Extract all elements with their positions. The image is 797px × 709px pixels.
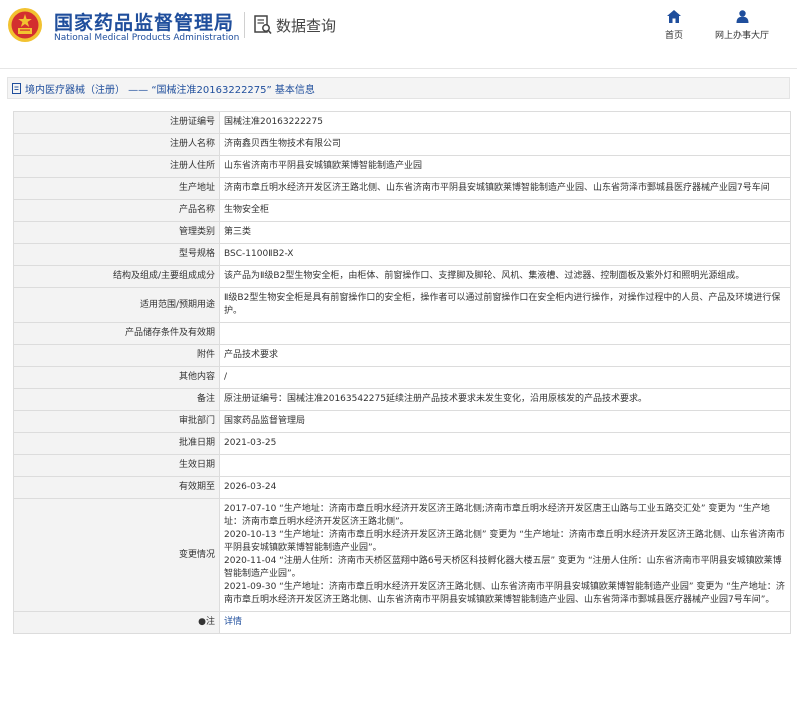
site-header: 国家药品监督管理局 National Medical Products Admi… — [0, 0, 797, 69]
home-icon — [667, 10, 681, 23]
data-query-label: 数据查询 — [276, 16, 337, 35]
field-label: 批准日期 — [13, 432, 220, 455]
table-row: 有效期至 2026-03-24 — [13, 476, 791, 499]
field-label: 注册证编号 — [13, 111, 220, 134]
field-value: 济南鑫贝西生物技术有限公司 — [219, 133, 791, 156]
field-label: 注册人名称 — [13, 133, 220, 156]
national-emblem-icon — [8, 8, 42, 42]
table-row: 产品名称 生物安全柜 — [13, 199, 791, 222]
field-label: 变更情况 — [13, 498, 220, 612]
field-value: 济南市章丘明水经济开发区济王路北侧、山东省济南市平阴县安城镇欧莱博智能制造产业园… — [219, 177, 791, 200]
header-divider — [244, 12, 245, 38]
field-label: 产品名称 — [13, 199, 220, 222]
registration-info-table: 注册证编号 国械注准20163222275 注册人名称 济南鑫贝西生物技术有限公司 … — [13, 111, 791, 634]
nav-home-label: 首页 — [665, 31, 684, 41]
document-icon — [12, 82, 21, 94]
field-label: 附件 — [13, 344, 220, 367]
field-value: 该产品为Ⅱ级B2型生物安全柜，由柜体、前窗操作口、支撑脚及脚轮、风机、集液槽、过… — [219, 265, 791, 288]
field-value: 国械注准20163222275 — [219, 111, 791, 134]
table-row: 注册证编号 国械注准20163222275 — [13, 111, 791, 134]
field-label: 审批部门 — [13, 410, 220, 433]
change-history: 2017-07-10 “生产地址：济南市章丘明水经济开发区济王路北侧;济南市章丘… — [219, 498, 791, 612]
table-row: 其他内容 / — [13, 366, 791, 389]
details-link[interactable]: 详情 — [224, 617, 242, 627]
change-entry: 2020-11-04 “注册人住所：济南市天桥区蓝翔中路6号天桥区科技孵化器大楼… — [224, 556, 782, 579]
org-name-cn: 国家药品监督管理局 — [54, 12, 235, 34]
table-row: 结构及组成/主要组成成分 该产品为Ⅱ级B2型生物安全柜，由柜体、前窗操作口、支撑脚… — [13, 265, 791, 288]
table-row-note: ●注 详情 — [13, 611, 791, 634]
field-value: 第三类 — [219, 221, 791, 244]
field-value: 2026-03-24 — [219, 476, 791, 499]
change-entry: 2017-07-10 “生产地址：济南市章丘明水经济开发区济王路北侧;济南市章丘… — [224, 504, 770, 527]
field-label: 有效期至 — [13, 476, 220, 499]
table-row: 审批部门 国家药品监督管理局 — [13, 410, 791, 433]
field-label: 管理类别 — [13, 221, 220, 244]
field-value — [219, 454, 791, 477]
breadcrumb-text: 境内医疗器械（注册） —— “国械注准20163222275” 基本信息 — [25, 84, 315, 96]
field-value: 原注册证编号：国械注准20163542275延续注册产品技术要求未发生变化，沿用… — [219, 388, 791, 411]
field-label: 生效日期 — [13, 454, 220, 477]
table-row: 附件 产品技术要求 — [13, 344, 791, 367]
field-label: ●注 — [13, 611, 220, 634]
field-label: 产品储存条件及有效期 — [13, 322, 220, 345]
field-value: 山东省济南市平阴县安城镇欧莱博智能制造产业园 — [219, 155, 791, 178]
field-value: / — [219, 366, 791, 389]
field-label: 生产地址 — [13, 177, 220, 200]
table-row: 生产地址 济南市章丘明水经济开发区济王路北侧、山东省济南市平阴县安城镇欧莱博智能制… — [13, 177, 791, 200]
table-row: 备注 原注册证编号：国械注准20163542275延续注册产品技术要求未发生变化，… — [13, 388, 791, 411]
change-entry: 2020-10-13 “生产地址：济南市章丘明水经济开发区济王路北侧” 变更为 … — [224, 530, 785, 553]
change-entry: 2021-09-30 “生产地址：济南市章丘明水经济开发区济王路北侧、山东省济南… — [224, 582, 785, 605]
field-value: 国家药品监督管理局 — [219, 410, 791, 433]
table-row: 型号规格 BSC-1100ⅡB2-X — [13, 243, 791, 266]
user-icon — [736, 10, 748, 23]
nav-home[interactable]: 首页 — [665, 10, 683, 41]
table-row: 注册人名称 济南鑫贝西生物技术有限公司 — [13, 133, 791, 156]
data-query-title[interactable]: 数据查询 — [254, 14, 336, 36]
field-value: BSC-1100ⅡB2-X — [219, 243, 791, 266]
field-value: Ⅱ级B2型生物安全柜是具有前窗操作口的安全柜，操作者可以通过前窗操作口在安全柜内… — [219, 287, 791, 323]
field-label: 型号规格 — [13, 243, 220, 266]
field-label: 注册人住所 — [13, 155, 220, 178]
document-search-icon — [254, 15, 272, 35]
table-row: 适用范围/预期用途 Ⅱ级B2型生物安全柜是具有前窗操作口的安全柜，操作者可以通过前… — [13, 287, 791, 323]
field-label: 适用范围/预期用途 — [13, 287, 220, 323]
table-row: 生效日期 — [13, 454, 791, 477]
table-row-changes: 变更情况 2017-07-10 “生产地址：济南市章丘明水经济开发区济王路北侧;… — [13, 498, 791, 612]
table-row: 产品储存条件及有效期 — [13, 322, 791, 345]
field-label: 备注 — [13, 388, 220, 411]
field-value: 生物安全柜 — [219, 199, 791, 222]
breadcrumb: 境内医疗器械（注册） —— “国械注准20163222275” 基本信息 — [7, 77, 790, 99]
field-value — [219, 322, 791, 345]
field-value: 产品技术要求 — [219, 344, 791, 367]
field-label: 其他内容 — [13, 366, 220, 389]
org-name-en: National Medical Products Administration — [54, 33, 240, 43]
nav-online-service-label: 网上办事大厅 — [715, 31, 770, 41]
table-row: 管理类别 第三类 — [13, 221, 791, 244]
nav-online-service-hall[interactable]: 网上办事大厅 — [715, 10, 769, 41]
field-label: 结构及组成/主要组成成分 — [13, 265, 220, 288]
field-value: 2021-03-25 — [219, 432, 791, 455]
table-row: 批准日期 2021-03-25 — [13, 432, 791, 455]
table-row: 注册人住所 山东省济南市平阴县安城镇欧莱博智能制造产业园 — [13, 155, 791, 178]
